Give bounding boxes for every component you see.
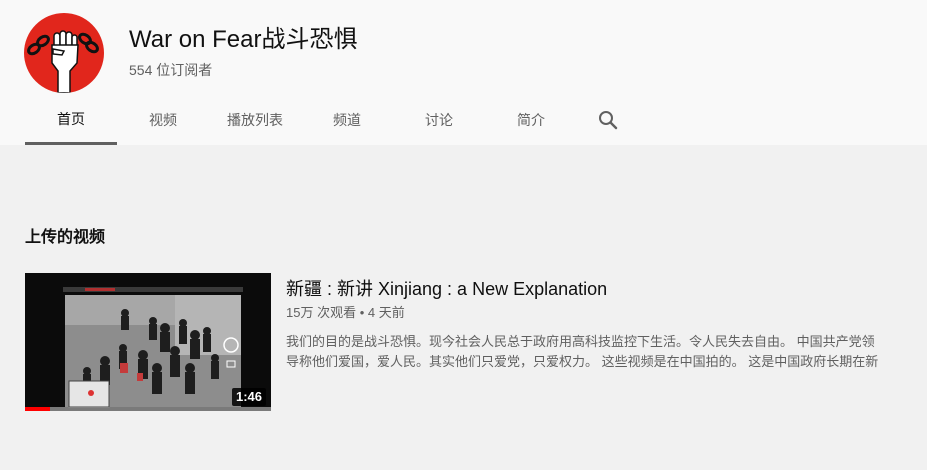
duration-badge: 1:46: [231, 388, 266, 406]
tab-about[interactable]: 简介: [485, 96, 577, 145]
channel-avatar[interactable]: [24, 13, 104, 93]
meta-separator: •: [359, 305, 365, 320]
view-count: 15万 次观看: [286, 305, 357, 320]
tab-playlists[interactable]: 播放列表: [209, 96, 301, 145]
search-icon: [599, 110, 618, 129]
tab-home[interactable]: 首页: [25, 96, 117, 145]
raised-fist-broken-chain-icon: [27, 30, 99, 93]
video-meta: 15万 次观看 • 4 天前: [286, 305, 405, 321]
upload-age: 4 天前: [367, 305, 405, 320]
tab-discussion[interactable]: 讨论: [393, 96, 485, 145]
video-title[interactable]: 新疆 : 新讲 Xinjiang : a New Explanation: [286, 278, 607, 300]
watch-progress-fill: [25, 407, 50, 411]
tab-videos[interactable]: 视频: [117, 96, 209, 145]
video-thumbnail[interactable]: 1:46: [25, 273, 271, 411]
channel-title: War on Fear战斗恐惧: [129, 26, 358, 53]
channel-search-button[interactable]: [577, 96, 639, 143]
watch-progress-bar: [25, 407, 271, 411]
tab-channels[interactable]: 频道: [301, 96, 393, 145]
section-title-uploads[interactable]: 上传的视频: [25, 228, 105, 248]
video-description: 我们的目的是战斗恐惧。现今社会人民总于政府用高科技监控下生活。令人民失去自由。 …: [286, 334, 879, 369]
subscriber-count: 554 位订阅者: [129, 62, 213, 78]
channel-header: War on Fear战斗恐惧 554 位订阅者 首页 视频 播放列表 频道 讨…: [0, 0, 927, 145]
channel-tabs: 首页 视频 播放列表 频道 讨论 简介: [25, 96, 639, 145]
